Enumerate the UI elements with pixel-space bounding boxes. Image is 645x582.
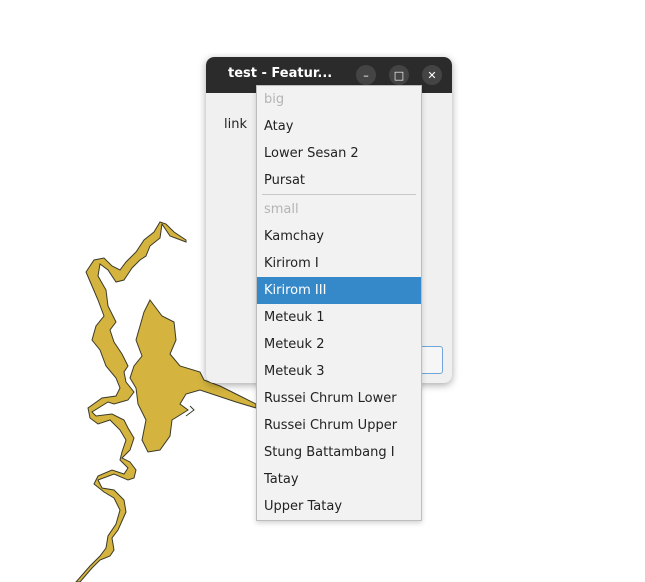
option-tatay[interactable]: Tatay (257, 466, 421, 493)
option-russei-chrum-lower[interactable]: Russei Chrum Lower (257, 385, 421, 412)
option-russei-chrum-upper[interactable]: Russei Chrum Upper (257, 412, 421, 439)
option-meteuk-3[interactable]: Meteuk 3 (257, 358, 421, 385)
group-header-big: big (264, 92, 285, 107)
option-meteuk-2[interactable]: Meteuk 2 (257, 331, 421, 358)
maximize-button[interactable]: □ (389, 65, 409, 85)
window-title: test - Featur... (228, 66, 333, 81)
option-kirirom-iii[interactable]: Kirirom III (257, 277, 421, 304)
option-pursat[interactable]: Pursat (257, 167, 421, 194)
group-header-small: small (264, 202, 299, 217)
minimize-icon: – (363, 68, 369, 82)
close-icon: ✕ (427, 68, 437, 82)
option-atay[interactable]: Atay (257, 113, 421, 140)
maximize-icon: □ (393, 68, 405, 82)
option-meteuk-1[interactable]: Meteuk 1 (257, 304, 421, 331)
option-lower-sesan-2[interactable]: Lower Sesan 2 (257, 140, 421, 167)
close-button[interactable]: ✕ (422, 65, 442, 85)
option-upper-tatay[interactable]: Upper Tatay (257, 493, 421, 520)
minimize-button[interactable]: – (356, 65, 376, 85)
group-separator (262, 194, 416, 195)
option-stung-battambang-i[interactable]: Stung Battambang I (257, 439, 421, 466)
link-field-label: link (224, 117, 247, 132)
option-kirirom-i[interactable]: Kirirom I (257, 250, 421, 277)
link-dropdown-list[interactable]: big Atay Lower Sesan 2 Pursat small Kamc… (256, 85, 422, 521)
option-kamchay[interactable]: Kamchay (257, 223, 421, 250)
